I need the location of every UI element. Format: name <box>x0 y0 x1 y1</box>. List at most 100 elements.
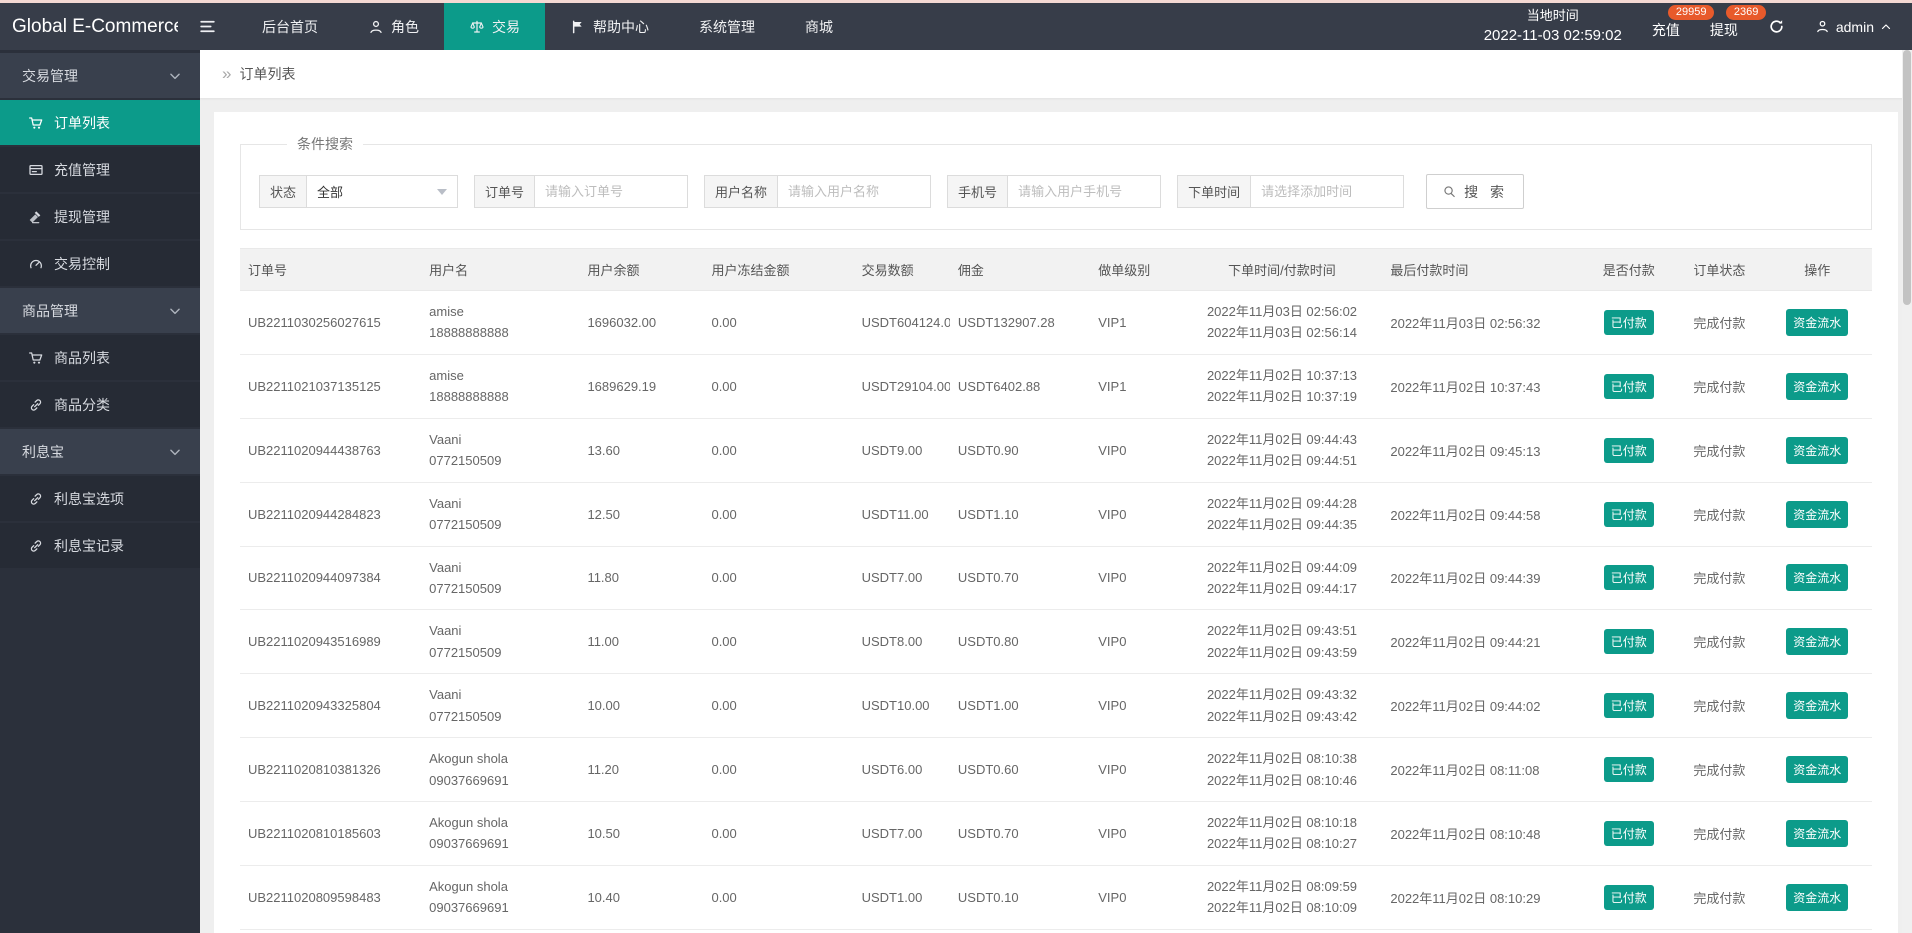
cell-paid: 已付款 <box>1581 482 1677 547</box>
user-name-input[interactable] <box>778 176 931 207</box>
col-last-pay-time: 最后付款时间 <box>1382 248 1582 291</box>
nav-item-mall[interactable]: 商城 <box>780 3 858 50</box>
nav-item-roles[interactable]: 角色 <box>343 3 444 50</box>
cell-username: Akogun shola 09037669691 <box>421 737 580 802</box>
nav-item-system[interactable]: 系统管理 <box>674 3 780 50</box>
scrollbar-thumb[interactable] <box>1903 50 1911 305</box>
sidebar-item-充值管理[interactable]: 充值管理 <box>0 147 200 192</box>
order-time-input[interactable] <box>1251 176 1404 207</box>
sidebar-item-label: 交易控制 <box>54 255 110 272</box>
sidebar-group-商品管理[interactable]: 商品管理 <box>0 288 200 333</box>
sidebar-item-商品分类[interactable]: 商品分类 <box>0 382 200 427</box>
sidebar-group-交易管理[interactable]: 交易管理 <box>0 53 200 98</box>
cell-frozen: 0.00 <box>703 673 854 739</box>
username-text: Akogun shola <box>429 751 508 767</box>
cell-username: Vaani 0772150509 <box>421 609 580 675</box>
search-icon <box>1442 184 1457 199</box>
cell-balance: 11.00 <box>579 609 704 675</box>
user-menu[interactable]: admin <box>1815 19 1892 35</box>
fund-flow-button[interactable]: 资金流水 <box>1786 819 1849 847</box>
fund-flow-button[interactable]: 资金流水 <box>1786 372 1849 400</box>
table-row: UB2211020809598483 Akogun shola 09037669… <box>240 865 1872 930</box>
cell-last-pay-time: 2022年11月02日 09:44:39 <box>1382 546 1582 611</box>
table-row: UB2211020810381326 Akogun shola 09037669… <box>240 737 1872 802</box>
cell-action: 资金流水 <box>1762 929 1872 933</box>
cell-commission: USDT0.70 <box>949 546 1091 611</box>
nav-label: 商城 <box>805 18 833 35</box>
phone-input[interactable] <box>1008 176 1161 207</box>
fund-flow-button[interactable]: 资金流水 <box>1786 692 1849 720</box>
link-icon <box>28 538 44 554</box>
gavel-icon <box>28 209 44 225</box>
sidebar-item-利息宝选项[interactable]: 利息宝选项 <box>0 476 200 521</box>
sidebar-toggle-button[interactable] <box>178 3 237 50</box>
user-icon <box>1815 19 1830 34</box>
cell-order-time: 2022年11月02日 09:44:28 2022年11月02日 09:44:3… <box>1181 482 1383 547</box>
table-header-row: 订单号 用户名 用户余额 用户冻结金额 交易数额 佣金 做单级别 下单时间/付款… <box>240 248 1872 291</box>
sidebar-item-商品列表[interactable]: 商品列表 <box>0 335 200 380</box>
sidebar-item-利息宝记录[interactable]: 利息宝记录 <box>0 523 200 568</box>
cell-order-status: 完成付款 <box>1676 929 1763 933</box>
cell-balance: 13.60 <box>579 418 704 483</box>
search-button-label: 搜 索 <box>1464 183 1508 200</box>
col-amount: 交易数额 <box>853 248 950 291</box>
status-select[interactable]: 全部 <box>307 176 457 207</box>
cell-commission: USDT132907.28 <box>949 290 1091 355</box>
cell-paid: 已付款 <box>1581 673 1677 739</box>
search-button[interactable]: 搜 索 <box>1426 174 1524 209</box>
search-panel-legend: 条件搜索 <box>297 136 353 152</box>
sidebar-item-label: 提现管理 <box>54 208 110 225</box>
cell-order-status: 完成付款 <box>1676 801 1763 866</box>
cell-amount: USDT1.00 <box>853 865 950 930</box>
phone-label: 手机号 <box>948 176 1009 207</box>
sidebar-item-订单列表[interactable]: 订单列表 <box>0 100 200 145</box>
cell-level: VIP0 <box>1090 673 1182 739</box>
fund-flow-button[interactable]: 资金流水 <box>1786 756 1849 784</box>
cell-order-no: UB2211020944438763 <box>240 418 422 483</box>
sidebar-group-利息宝[interactable]: 利息宝 <box>0 429 200 474</box>
sidebar-item-label: 利息宝选项 <box>54 490 124 507</box>
fund-flow-button[interactable]: 资金流水 <box>1786 308 1849 336</box>
order-time-field-group: 下单时间 <box>1177 175 1405 208</box>
window-scrollbar[interactable] <box>1902 50 1912 933</box>
nav-item-help-center[interactable]: 帮助中心 <box>545 3 674 50</box>
cell-commission: USDT0.30 <box>949 929 1091 933</box>
pay-time-text: 2022年11月03日 02:56:14 <box>1206 325 1358 341</box>
flag-icon <box>570 19 586 35</box>
nav-item-dashboard[interactable]: 后台首页 <box>237 3 343 50</box>
sidebar-item-提现管理[interactable]: 提现管理 <box>0 194 200 239</box>
cell-commission: USDT0.10 <box>949 865 1091 930</box>
cell-action: 资金流水 <box>1762 609 1872 675</box>
recharge-link[interactable]: 充值 29959 <box>1652 4 1715 40</box>
cell-last-pay-time: 2022年11月02日 08:11:08 <box>1382 737 1582 802</box>
fund-flow-button[interactable]: 资金流水 <box>1786 436 1849 464</box>
order-no-input[interactable] <box>535 176 688 207</box>
col-level: 做单级别 <box>1090 248 1182 291</box>
withdraw-link[interactable]: 提现 2369 <box>1710 4 1767 40</box>
gauge-icon <box>28 256 44 272</box>
fund-flow-button[interactable]: 资金流水 <box>1786 500 1849 528</box>
scales-icon <box>469 19 485 35</box>
fund-flow-button[interactable]: 资金流水 <box>1786 628 1849 656</box>
fund-flow-button[interactable]: 资金流水 <box>1786 883 1849 911</box>
nav-label: 角色 <box>391 18 419 35</box>
cell-balance: 11.20 <box>579 737 704 802</box>
paid-status-badge: 已付款 <box>1603 757 1654 783</box>
refresh-button[interactable] <box>1768 18 1785 35</box>
chevron-down-icon <box>168 304 182 318</box>
fund-flow-button[interactable]: 资金流水 <box>1786 564 1849 592</box>
nav-item-trade[interactable]: 交易 <box>444 3 545 50</box>
breadcrumb-chevrons-icon: » <box>222 64 232 83</box>
cell-username: amise 18888888888 <box>421 354 580 419</box>
paid-status-badge: 已付款 <box>1603 437 1654 463</box>
cell-commission: USDT1.10 <box>949 482 1091 547</box>
cell-balance: 10.40 <box>579 865 704 930</box>
cell-order-time: 2022年11月02日 09:44:09 2022年11月02日 09:44:1… <box>1181 546 1383 611</box>
order-time-text: 2022年11月02日 08:09:59 <box>1206 878 1358 894</box>
cell-order-no: UB2211020944284823 <box>240 482 422 547</box>
cell-order-status: 完成付款 <box>1676 482 1763 547</box>
recharge-count-badge: 29959 <box>1667 4 1715 20</box>
cell-balance: 1689629.19 <box>579 354 704 419</box>
username-text: Akogun shola <box>429 815 508 830</box>
sidebar-item-交易控制[interactable]: 交易控制 <box>0 241 200 286</box>
